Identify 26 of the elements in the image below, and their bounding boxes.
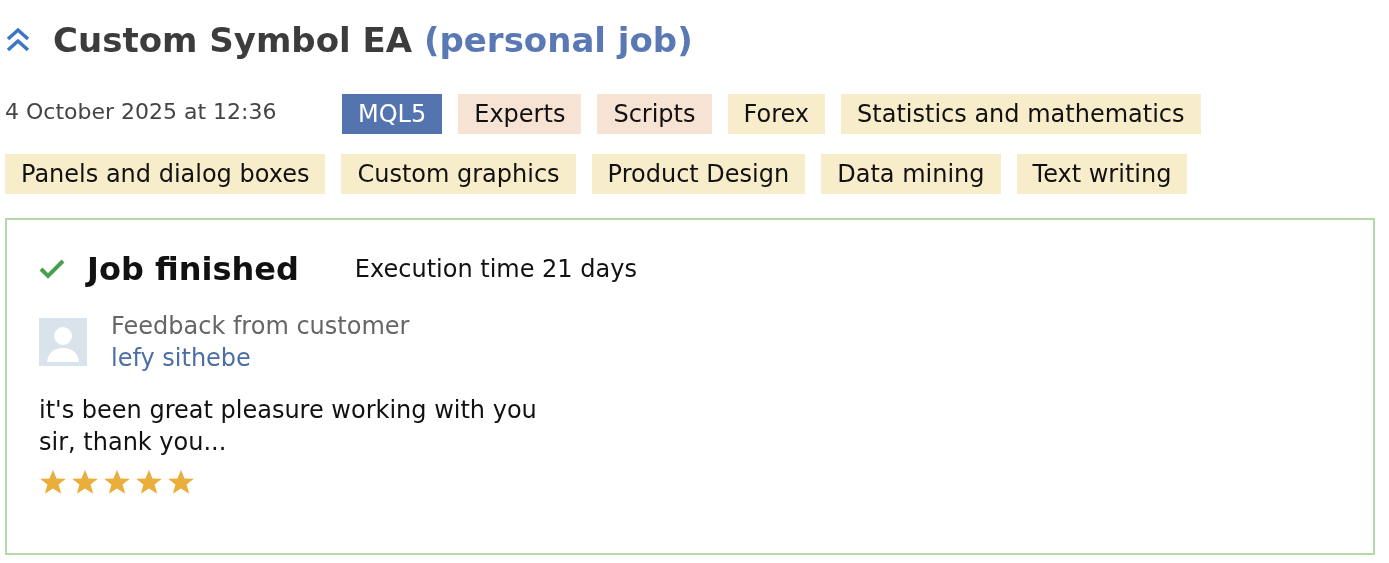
tag[interactable]: Custom graphics (341, 154, 576, 194)
feedback-label: Feedback from customer (111, 311, 410, 342)
tag[interactable]: Experts (458, 94, 582, 134)
tag[interactable]: Panels and dialog boxes (5, 154, 326, 194)
avatar-icon (39, 318, 87, 366)
check-icon (39, 259, 65, 279)
job-title: Custom Symbol EA (53, 20, 413, 60)
tag[interactable]: Product Design (591, 154, 806, 194)
tag[interactable]: Statistics and mathematics (841, 94, 1201, 134)
tag[interactable]: Forex (727, 94, 826, 134)
star-icon (167, 468, 195, 496)
feedback-comment: it's been great pleasure working with you sir, thank you... (39, 395, 538, 458)
job-type: (personal job) (423, 20, 693, 60)
star-icon (39, 468, 67, 496)
tag[interactable]: Text writing (1016, 154, 1188, 194)
star-icon (103, 468, 131, 496)
star-icon (135, 468, 163, 496)
tag[interactable]: Data mining (821, 154, 1001, 194)
tag[interactable]: MQL5 (342, 94, 443, 134)
star-icon (71, 468, 99, 496)
posted-date: 4 October 2025 at 12:36 (5, 98, 278, 124)
execution-time: Execution time 21 days (354, 255, 637, 283)
collapse-icon[interactable] (5, 27, 31, 53)
tag[interactable]: Scripts (597, 94, 712, 134)
status-text: Job finished (87, 250, 299, 288)
customer-link[interactable]: lefy sithebe (111, 342, 410, 374)
